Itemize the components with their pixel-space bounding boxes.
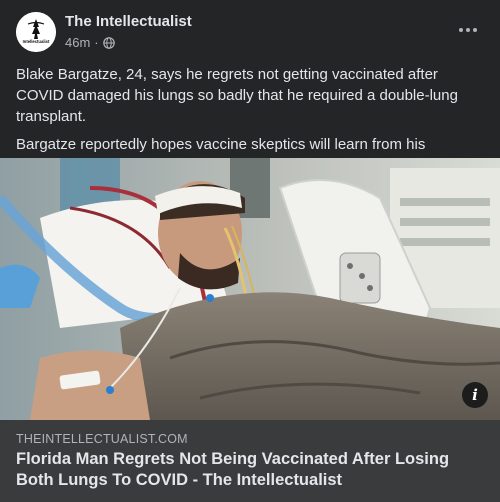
- post-paragraph: Blake Bargatze, 24, says he regrets not …: [16, 66, 458, 125]
- hospital-patient-photo: [0, 158, 500, 420]
- link-domain: THEINTELLECTUALIST.COM: [16, 432, 188, 446]
- intellectualist-logo-icon: Intellectualist: [16, 12, 56, 52]
- svg-text:Intellectualist: Intellectualist: [23, 39, 50, 44]
- link-preview[interactable]: THEINTELLECTUALIST.COM Florida Man Regre…: [0, 420, 500, 502]
- feed-post: Intellectualist The Intellectualist 46m …: [0, 0, 500, 502]
- globe-icon: [102, 36, 115, 49]
- post-header: Intellectualist The Intellectualist 46m …: [0, 0, 500, 60]
- post-timestamp[interactable]: 46m: [65, 35, 90, 50]
- page-avatar[interactable]: Intellectualist: [16, 12, 56, 52]
- post-image[interactable]: i: [0, 158, 500, 420]
- more-options-icon[interactable]: [452, 18, 484, 42]
- post-meta: 46m ·: [65, 35, 115, 50]
- meta-separator: ·: [94, 35, 99, 50]
- link-title[interactable]: Florida Man Regrets Not Being Vaccinated…: [16, 449, 486, 491]
- info-icon[interactable]: i: [462, 382, 488, 408]
- page-name-link[interactable]: The Intellectualist: [65, 13, 192, 30]
